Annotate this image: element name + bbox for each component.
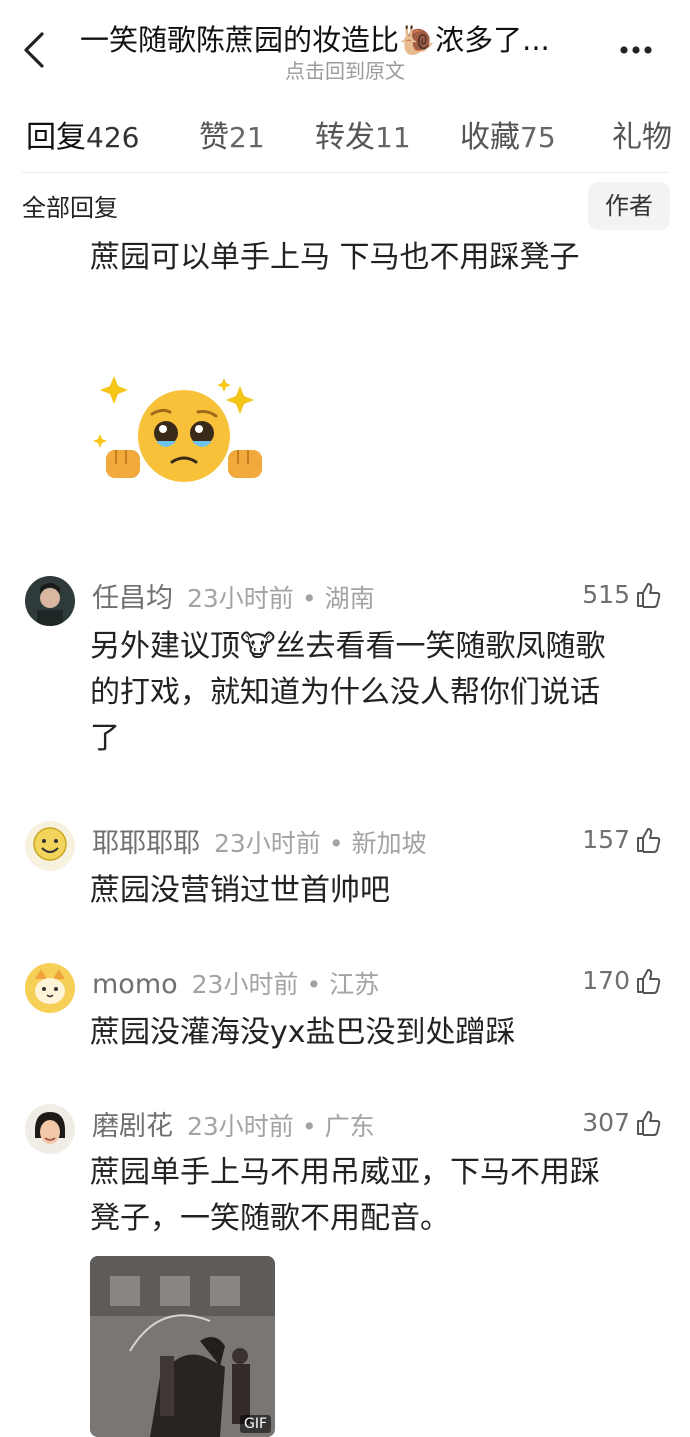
thumbs-up-icon <box>637 583 661 608</box>
thumbs-up-icon <box>637 969 661 994</box>
timestamp: 23小时前 <box>214 829 321 858</box>
avatar[interactable] <box>25 963 75 1013</box>
comment-line: 的打戏，就知道为什么没人帮你们说话 <box>90 675 600 710</box>
thumbs-up-icon <box>637 1111 661 1136</box>
like-count: 170 <box>582 966 630 995</box>
timestamp: 23小时前 <box>191 970 299 999</box>
comment-text: 蔗园可以单手上马 下马也不用踩凳子 <box>90 240 580 275</box>
username[interactable]: momo <box>92 969 178 1000</box>
like-button[interactable]: 307 <box>582 1106 662 1140</box>
cat-avatar-icon <box>25 963 75 1013</box>
like-button[interactable]: 170 <box>582 964 662 998</box>
user-avatar-icon <box>25 576 75 626</box>
tab-label: 赞 <box>199 120 229 155</box>
gif-thumbnail[interactable]: GIF <box>90 1256 275 1437</box>
comment-line: 了 <box>90 721 120 756</box>
location: 江苏 <box>329 970 380 999</box>
like-button[interactable]: 157 <box>582 823 662 857</box>
tab-label: 收藏 <box>460 120 520 155</box>
username[interactable]: 耶耶耶耶 <box>92 828 200 859</box>
gif-badge: GIF <box>239 1415 271 1433</box>
back-to-post-link[interactable]: 点击回到原文 <box>0 58 690 84</box>
separator-dot: • <box>301 584 317 613</box>
comment-text: 蔗园没营销过世首帅吧 <box>90 868 660 914</box>
author-filter-button[interactable]: 作者 <box>588 182 670 230</box>
tab-favorites[interactable]: 收藏75 <box>460 116 556 160</box>
location: 湖南 <box>324 584 375 613</box>
tab-replies[interactable]: 回复426 <box>26 116 139 160</box>
comment-meta: momo 23小时前 • 江苏 <box>92 967 379 1003</box>
comment-line: 蔗园没灌海没yx盐巴没到处蹭踩 <box>90 1015 516 1050</box>
tab-likes[interactable]: 赞21 <box>199 116 265 160</box>
separator-dot: • <box>328 829 344 858</box>
location: 广东 <box>324 1112 375 1141</box>
tab-divider <box>22 172 668 173</box>
tab-label: 回复 <box>26 120 86 155</box>
comment-line: 蔗园没营销过世首帅吧 <box>90 873 390 908</box>
more-options-icon[interactable] <box>616 30 656 70</box>
tab-reposts[interactable]: 转发11 <box>315 116 411 160</box>
username[interactable]: 磨剧花 <box>92 1111 173 1142</box>
like-count: 515 <box>582 580 630 609</box>
comment-meta: 磨剧花 23小时前 • 广东 <box>92 1109 375 1145</box>
comment-line: 蔗园单手上马不用吊威亚，下马不用踩 <box>90 1155 600 1190</box>
avatar[interactable] <box>25 576 75 626</box>
all-replies-filter[interactable]: 全部回复 <box>22 191 118 225</box>
username[interactable]: 任昌均 <box>92 583 173 614</box>
location: 新加坡 <box>351 829 427 858</box>
comment-text: 蔗园没灌海没yx盐巴没到处蹭踩 <box>90 1010 660 1056</box>
separator-dot: • <box>306 970 322 999</box>
timestamp: 23小时前 <box>187 584 294 613</box>
tab-gifts[interactable]: 礼物 <box>612 116 672 160</box>
like-button[interactable]: 515 <box>582 578 662 612</box>
smiley-avatar-icon <box>25 821 75 871</box>
tab-count: 21 <box>229 121 265 154</box>
comment-meta: 任昌均 23小时前 • 湖南 <box>92 581 375 617</box>
post-title[interactable]: 一笑随歌陈蔗园的妆造比🐌浓多了... <box>80 20 600 60</box>
tab-count: 426 <box>86 121 140 154</box>
tab-count: 11 <box>375 121 411 154</box>
avatar[interactable] <box>25 1104 75 1154</box>
tab-label: 礼物 <box>612 120 672 155</box>
like-count: 307 <box>582 1108 630 1137</box>
tab-count: 75 <box>520 121 556 154</box>
like-count: 157 <box>582 825 630 854</box>
tab-label: 转发 <box>315 120 375 155</box>
comment-line: 凳子，一笑随歌不用配音。 <box>90 1201 450 1236</box>
thumbs-up-icon <box>637 828 661 853</box>
comment-text: 蔗园单手上马不用吊威亚，下马不用踩 凳子，一笑随歌不用配音。 <box>90 1150 660 1242</box>
separator-dot: • <box>301 1112 317 1141</box>
comment-meta: 耶耶耶耶 23小时前 • 新加坡 <box>92 826 427 862</box>
pleading-face-sticker[interactable] <box>92 338 272 523</box>
user-avatar-icon <box>25 1104 75 1154</box>
horse-scene-image <box>90 1256 275 1437</box>
comment-text: 另外建议顶🐮丝去看看一笑随歌凤随歌 的打戏，就知道为什么没人帮你们说话 了 <box>90 624 660 762</box>
avatar[interactable] <box>25 821 75 871</box>
comment-line: 另外建议顶🐮丝去看看一笑随歌凤随歌 <box>90 629 606 664</box>
timestamp: 23小时前 <box>187 1112 294 1141</box>
